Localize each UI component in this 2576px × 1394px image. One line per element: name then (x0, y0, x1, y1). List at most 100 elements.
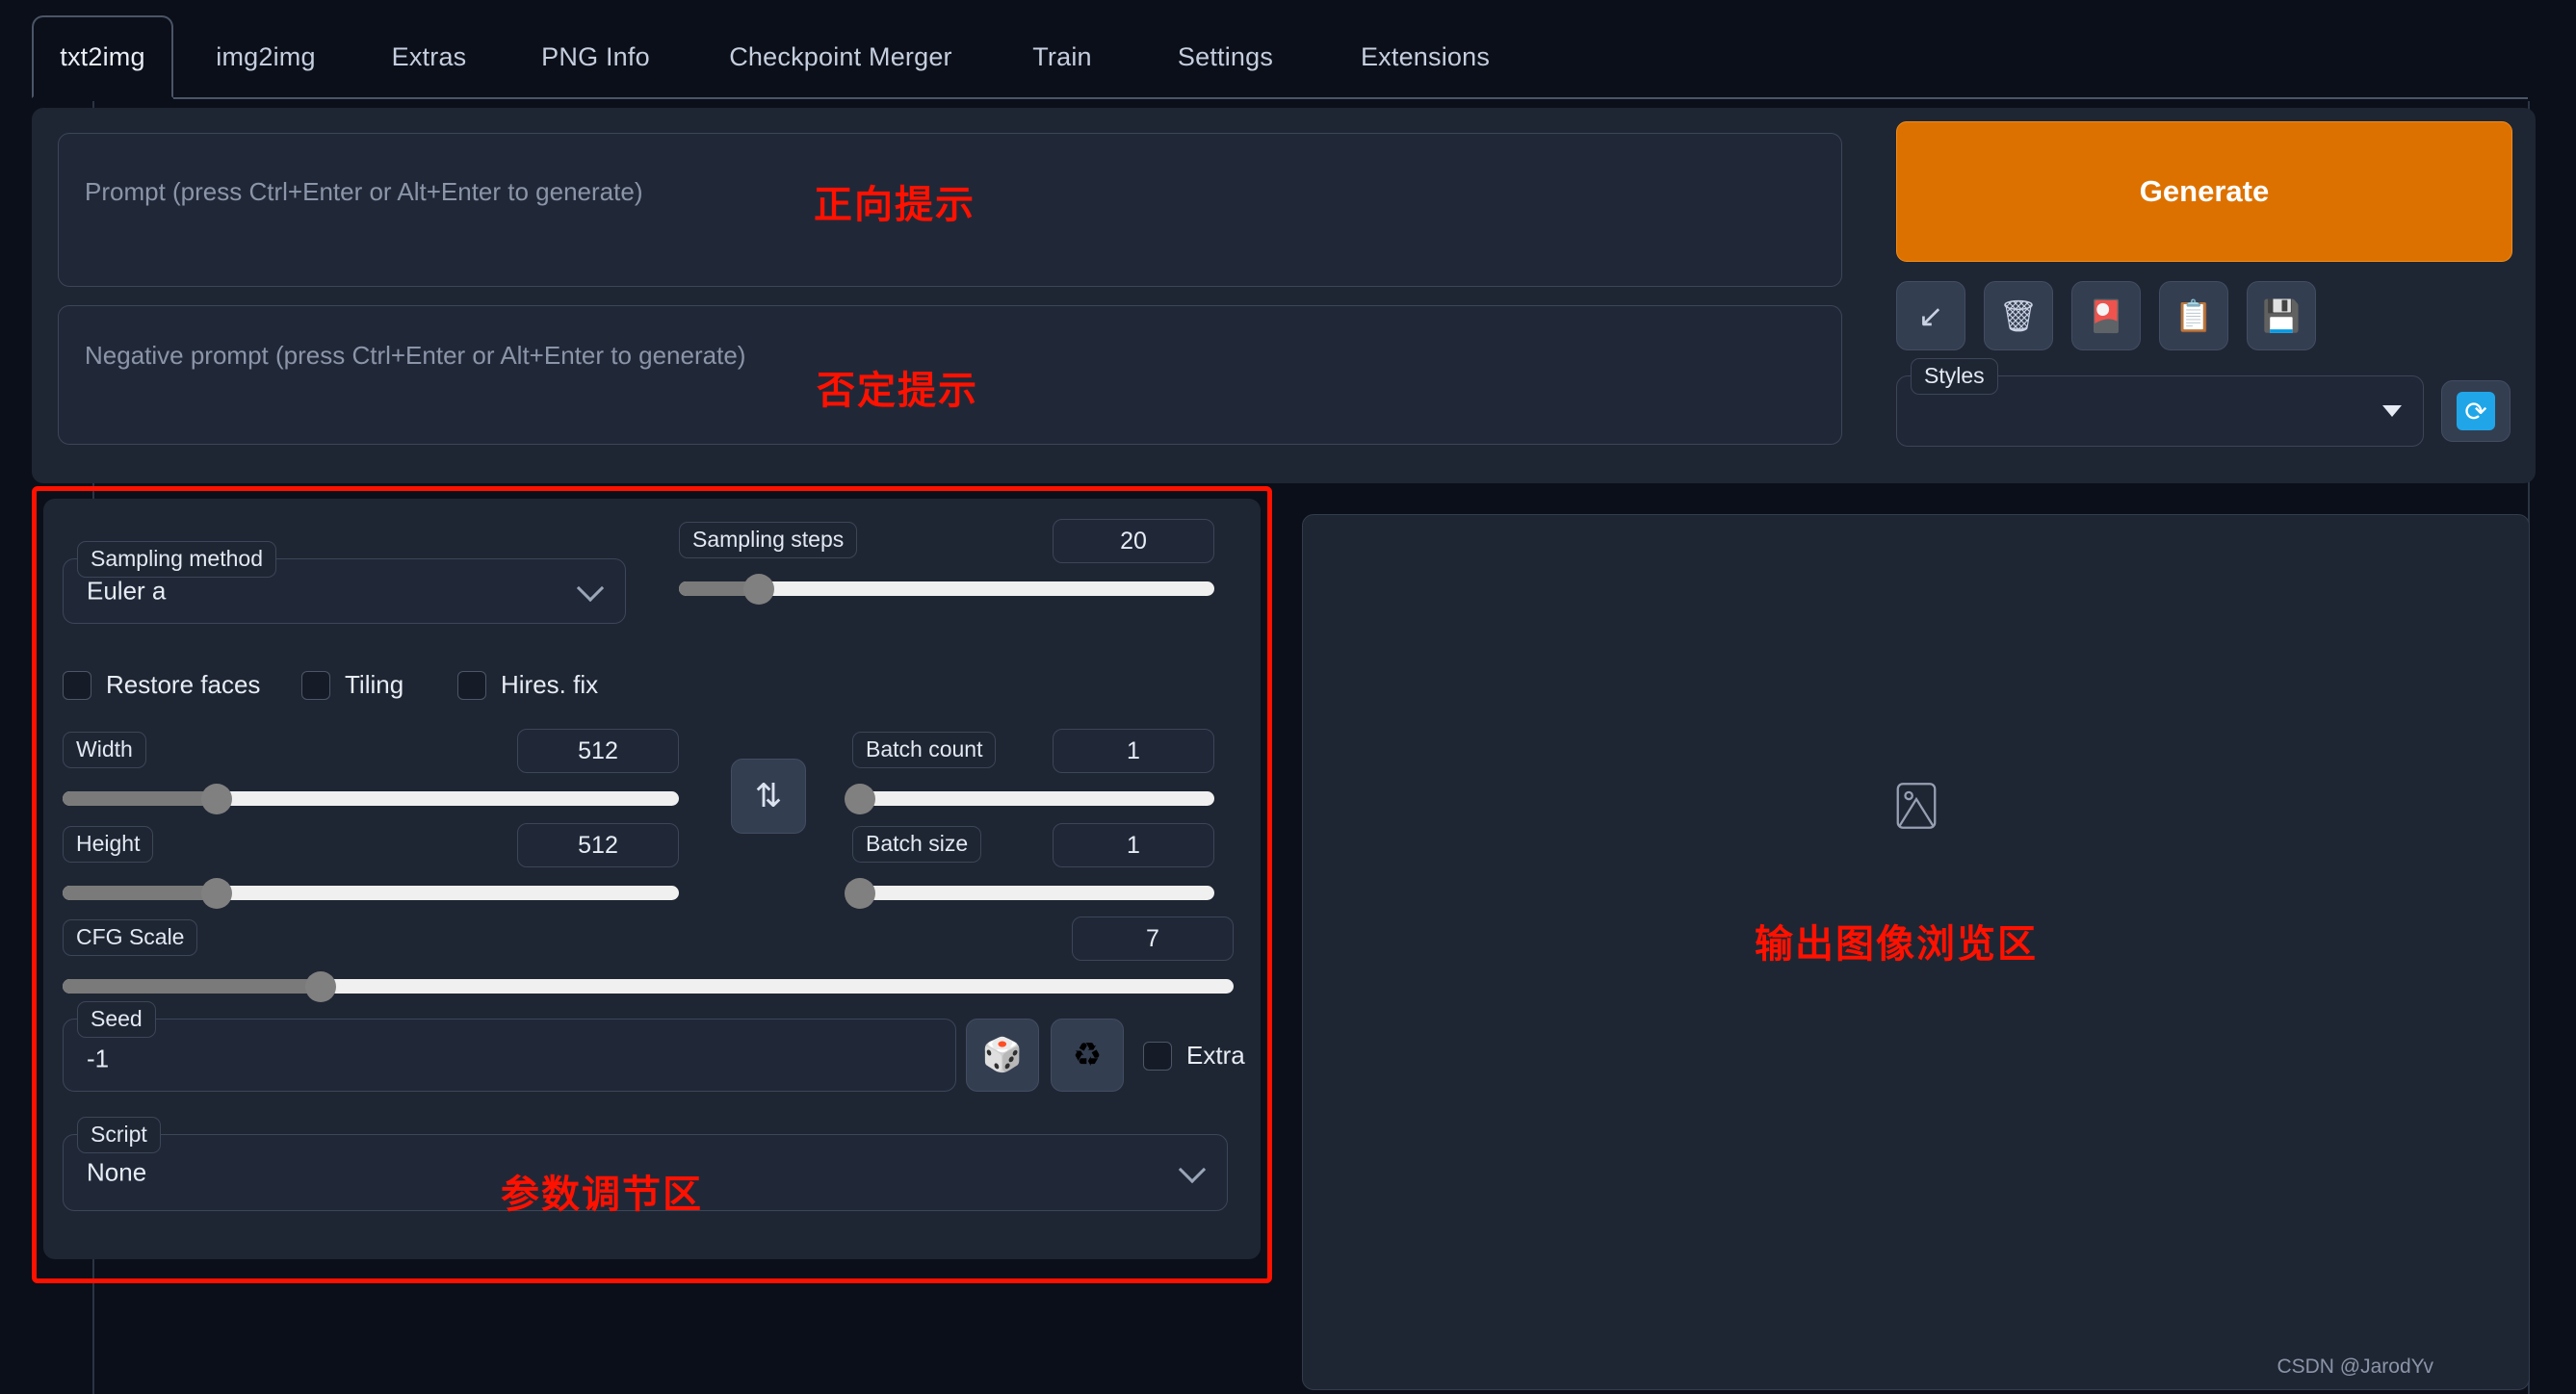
restore-faces-checkbox[interactable]: Restore faces (63, 670, 260, 700)
tab-checkpoint-merger[interactable]: Checkpoint Merger (701, 15, 980, 98)
sampling-steps-value: 20 (1120, 527, 1147, 555)
slider-fill (63, 886, 217, 900)
height-value: 512 (578, 831, 618, 859)
parameters-panel: Sampling method Euler a Sampling steps 2… (43, 499, 1261, 1259)
tab-label: img2img (216, 41, 316, 71)
sampling-steps-value-input[interactable]: 20 (1053, 519, 1214, 563)
tab-label: Checkpoint Merger (729, 41, 952, 71)
tab-label: Extensions (1360, 41, 1491, 71)
checkbox-box[interactable] (457, 670, 486, 700)
seed-input[interactable]: Seed -1 (63, 1001, 956, 1092)
height-slider[interactable] (63, 878, 679, 909)
cfg-scale-value-input[interactable]: 7 (1072, 916, 1234, 961)
refresh-styles-button[interactable]: ⟳ (2441, 380, 2511, 442)
tab-label: Settings (1177, 41, 1274, 71)
restore-faces-label: Restore faces (106, 670, 261, 699)
pink-card-icon-button[interactable]: 🎴 (2071, 281, 2141, 350)
batch-size-label: Batch size (852, 826, 982, 863)
tab-png-info[interactable]: PNG Info (517, 15, 674, 98)
annotation-parameters: 参数调节区 (501, 1174, 703, 1216)
hires-fix-label: Hires. fix (501, 670, 599, 699)
arrow-down-left-icon-button[interactable]: ↙ (1896, 281, 1965, 350)
tab-extras[interactable]: Extras (368, 15, 490, 98)
slider-thumb[interactable] (201, 878, 232, 909)
tab-settings[interactable]: Settings (1146, 15, 1305, 98)
height-value-input[interactable]: 512 (517, 823, 679, 867)
floppy-disk-icon-button[interactable]: 💾 (2247, 281, 2316, 350)
arrow-down-left-icon: ↙ (1917, 298, 1944, 333)
tab-train[interactable]: Train (1009, 15, 1115, 98)
application-window: txt2img img2img Extras PNG Info Checkpoi… (0, 0, 2576, 1394)
slider-thumb[interactable] (201, 784, 232, 814)
tab-label: Extras (391, 41, 467, 71)
negative-prompt-placeholder: Negative prompt (press Ctrl+Enter or Alt… (85, 341, 746, 370)
width-label: Width (63, 732, 146, 768)
batch-size-value-input[interactable]: 1 (1053, 823, 1214, 867)
annotation-output: 输出图像浏览区 (1755, 923, 2038, 966)
sampling-method-value: Euler a (87, 576, 167, 606)
slider-thumb[interactable] (844, 878, 875, 909)
generate-button[interactable]: Generate (1896, 121, 2512, 262)
tab-extensions[interactable]: Extensions (1334, 15, 1517, 98)
tab-img2img[interactable]: img2img (193, 15, 339, 98)
recycle-icon: ♻ (1072, 1037, 1103, 1073)
seed-value: -1 (87, 1044, 110, 1073)
batch-count-slider[interactable] (844, 784, 1214, 814)
styles-dropdown[interactable]: Styles (1896, 358, 2424, 447)
clipboard-icon-button[interactable]: 📋 (2159, 281, 2228, 350)
pink-card-icon: 🎴 (2087, 298, 2125, 333)
tiling-checkbox[interactable]: Tiling (301, 670, 403, 700)
generate-button-label: Generate (2139, 174, 2270, 208)
cfg-scale-label: CFG Scale (63, 919, 198, 956)
slider-thumb[interactable] (743, 574, 775, 605)
reuse-seed-button[interactable]: ♻ (1051, 1019, 1124, 1092)
chevron-down-icon (576, 574, 605, 603)
script-label: Script (77, 1117, 161, 1153)
tab-bar: txt2img img2img Extras PNG Info Checkpoi… (0, 0, 2576, 101)
cfg-scale-slider[interactable] (63, 971, 1234, 1002)
random-seed-button[interactable]: 🎲 (966, 1019, 1039, 1092)
batch-size-slider[interactable] (844, 878, 1214, 909)
watermark: CSDN @JarodYv (2277, 1355, 2433, 1378)
annotation-negative-prompt: 否定提示 (817, 370, 978, 412)
sampling-method-dropdown[interactable]: Sampling method Euler a (63, 541, 626, 624)
cfg-scale-value: 7 (1146, 924, 1159, 952)
positive-prompt-placeholder: Prompt (press Ctrl+Enter or Alt+Enter to… (85, 177, 643, 206)
slider-thumb[interactable] (844, 784, 875, 814)
extra-seed-checkbox[interactable]: Extra (1143, 1041, 1245, 1071)
chevron-down-icon (1178, 1155, 1207, 1184)
script-value: None (87, 1157, 147, 1187)
dice-icon: 🎲 (981, 1037, 1024, 1073)
extra-label: Extra (1186, 1041, 1245, 1070)
tiling-label: Tiling (345, 670, 404, 699)
checkbox-box[interactable] (1143, 1041, 1172, 1071)
width-value-input[interactable]: 512 (517, 729, 679, 773)
sampling-steps-slider[interactable] (679, 574, 1214, 605)
prompt-section: Prompt (press Ctrl+Enter or Alt+Enter to… (32, 108, 2536, 483)
image-placeholder-icon (1896, 783, 1936, 829)
swap-dimensions-button[interactable]: ⇅ (731, 759, 806, 834)
height-label: Height (63, 826, 154, 863)
sampling-method-label: Sampling method (77, 541, 276, 578)
sampling-steps-label: Sampling steps (679, 522, 858, 558)
tab-txt2img[interactable]: txt2img (32, 15, 173, 98)
batch-size-value: 1 (1127, 831, 1140, 859)
slider-fill (63, 979, 321, 994)
batch-count-value-input[interactable]: 1 (1053, 729, 1214, 773)
slider-thumb[interactable] (304, 971, 336, 1002)
chevron-down-icon (2382, 405, 2402, 417)
checkbox-box[interactable] (63, 670, 91, 700)
checkbox-box[interactable] (301, 670, 330, 700)
batch-count-label: Batch count (852, 732, 997, 768)
seed-label: Seed (77, 1001, 156, 1038)
clipboard-icon: 📋 (2174, 298, 2213, 333)
refresh-icon: ⟳ (2457, 392, 2495, 430)
wastebasket-icon: 🗑 (1998, 298, 2039, 333)
tab-label: Train (1032, 41, 1092, 71)
styles-label: Styles (1911, 358, 1998, 395)
swap-arrows-icon: ⇅ (754, 778, 783, 814)
width-slider[interactable] (63, 784, 679, 814)
wastebasket-icon-button[interactable]: 🗑 (1984, 281, 2053, 350)
tab-label: txt2img (60, 41, 145, 71)
hires-fix-checkbox[interactable]: Hires. fix (457, 670, 598, 700)
